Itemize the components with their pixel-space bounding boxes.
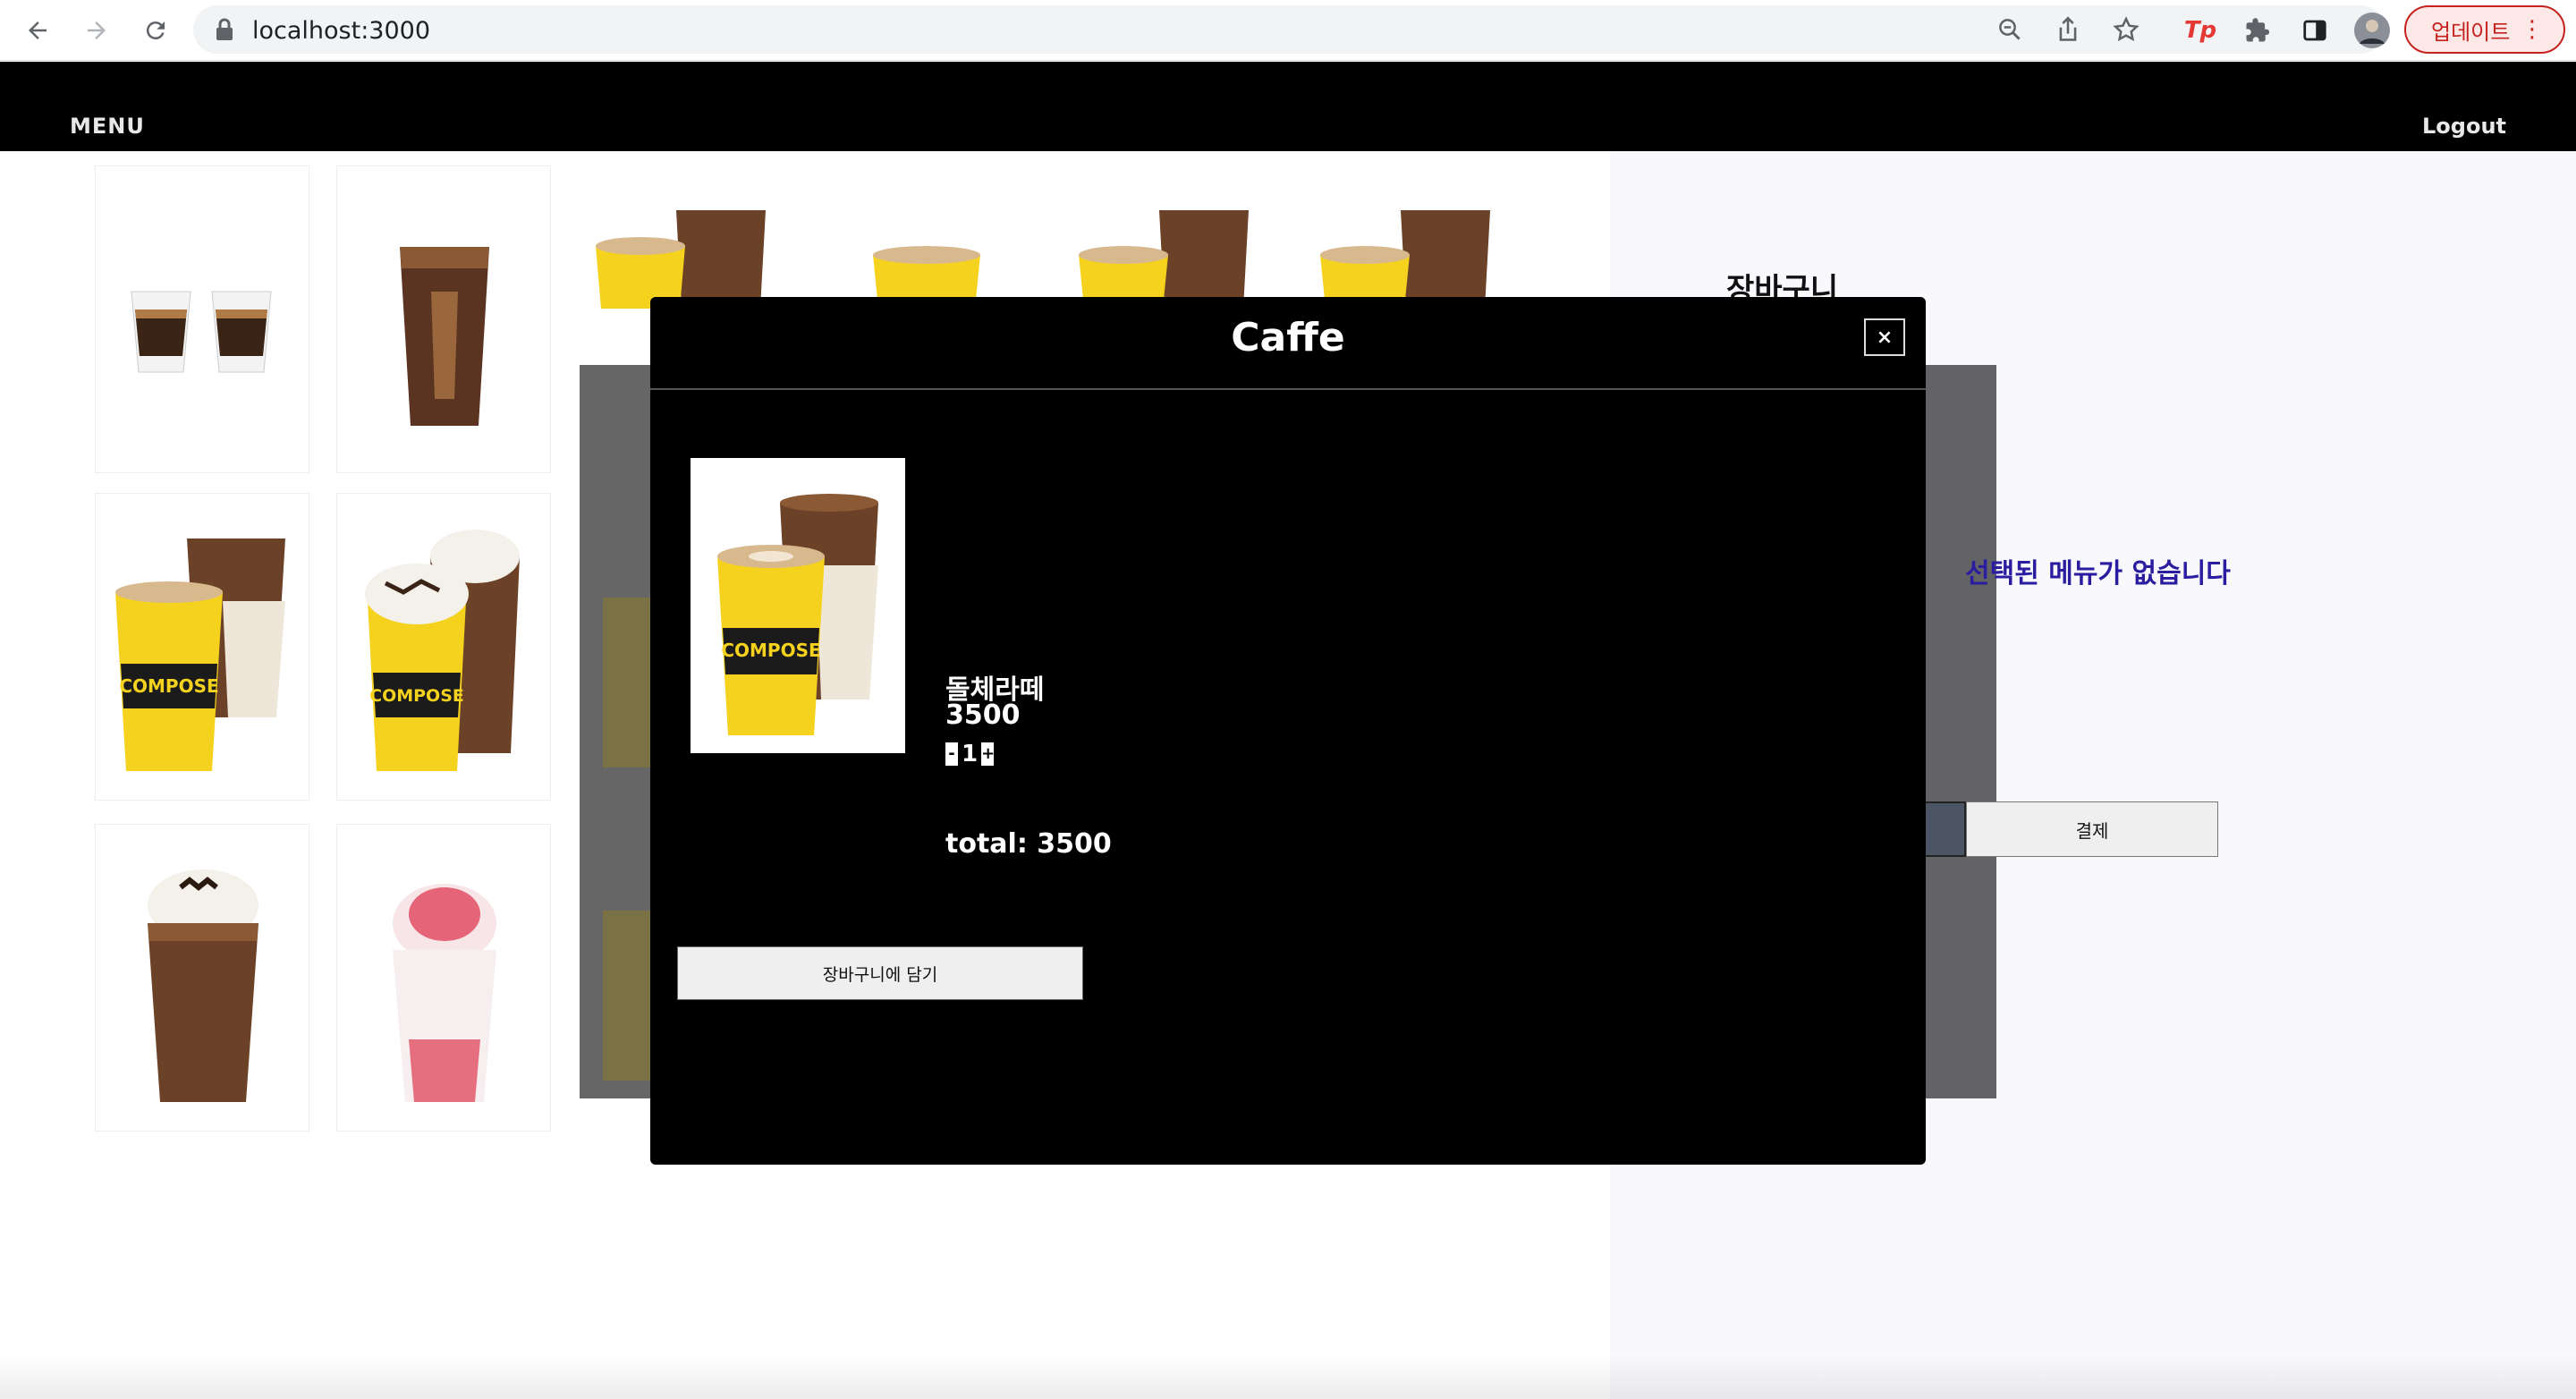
kebab-menu-icon[interactable]: ⋮ [2521, 18, 2544, 41]
logout-link[interactable]: Logout [2422, 114, 2506, 139]
bottom-shadow [0, 1354, 2576, 1399]
svg-text:COMPOSE: COMPOSE [369, 686, 464, 706]
share-icon[interactable] [2055, 5, 2080, 54]
puzzle-extensions-icon[interactable] [2236, 9, 2279, 52]
quantity-value: 1 [962, 741, 979, 767]
close-icon: × [1876, 326, 1894, 349]
pay-label: 결제 [2075, 819, 2109, 842]
quantity-stepper: - 1 + [945, 741, 995, 767]
increase-button[interactable]: + [981, 742, 995, 766]
menu-card-mocha-frappe[interactable]: COMPOSE [336, 493, 551, 801]
item-modal: Caffe × COMPOSE 돌체라떼 3500 - 1 + total: 3… [650, 297, 1926, 1165]
menu-card-strawberry-frappe[interactable] [336, 824, 551, 1132]
cart-empty-message: 선택된 메뉴가 없습니다 [1965, 558, 2231, 589]
total-price: total: 3500 [945, 828, 1112, 860]
menu-card-latte-3[interactable] [1061, 165, 1275, 309]
app-header: MENU Logout [0, 62, 2576, 151]
choco-frappe-image [148, 869, 258, 1102]
dolce-latte-modal-image: COMPOSE [717, 494, 878, 735]
menu-card-choco-frappe[interactable] [95, 824, 309, 1132]
url-text: localhost:3000 [252, 17, 431, 45]
decrease-button[interactable]: - [945, 742, 958, 766]
profile-avatar[interactable] [2351, 9, 2394, 52]
close-button[interactable]: × [1864, 318, 1905, 356]
browser-toolbar: localhost:3000 Tp 업데이트 ⋮ [0, 0, 2576, 61]
menu-card-latte-4[interactable] [1302, 165, 1517, 309]
add-to-cart-label: 장바구니에 담기 [822, 964, 938, 985]
strawberry-frappe-image [393, 884, 496, 1102]
reload-icon[interactable] [134, 9, 177, 52]
menu-card-latte-1[interactable] [578, 165, 792, 309]
update-label: 업데이트 [2431, 19, 2511, 45]
tp-extension-icon[interactable]: Tp [2179, 9, 2222, 52]
dolce-latte-image: COMPOSE [115, 538, 285, 771]
tp-extension-label: Tp [2183, 17, 2217, 44]
address-bar[interactable]: localhost:3000 [193, 5, 2385, 54]
latte-image-4 [1320, 210, 1490, 309]
lock-icon [215, 18, 234, 45]
update-button[interactable]: 업데이트 ⋮ [2404, 5, 2565, 54]
svg-text:COMPOSE: COMPOSE [721, 640, 820, 661]
pay-button[interactable]: 결제 [1966, 801, 2218, 857]
side-panel-icon[interactable] [2293, 9, 2336, 52]
espresso-image [131, 291, 272, 373]
menu-card-latte-2[interactable] [819, 165, 1034, 309]
item-price: 3500 [945, 700, 1021, 731]
bookmark-star-icon[interactable] [2113, 5, 2140, 54]
item-image: COMPOSE [691, 458, 905, 753]
menu-card-dolce-latte[interactable]: COMPOSE [95, 493, 309, 801]
back-icon[interactable] [16, 9, 59, 52]
zoom-icon[interactable] [1996, 5, 2023, 54]
menu-card-cold-brew[interactable] [336, 165, 551, 473]
cart-clear-button[interactable] [1923, 801, 1966, 857]
add-to-cart-button[interactable]: 장바구니에 담기 [677, 946, 1083, 1000]
menu-card-espresso[interactable] [95, 165, 309, 473]
latte-image-1 [596, 210, 766, 309]
svg-text:COMPOSE: COMPOSE [119, 675, 218, 697]
latte-image-3 [1079, 210, 1249, 309]
modal-title: Caffe [1231, 315, 1345, 360]
menu-link[interactable]: MENU [70, 114, 145, 139]
forward-icon[interactable] [75, 9, 118, 52]
mocha-frappe-image: COMPOSE [365, 530, 520, 771]
cold-brew-image [400, 247, 489, 426]
modal-divider [650, 388, 1926, 390]
